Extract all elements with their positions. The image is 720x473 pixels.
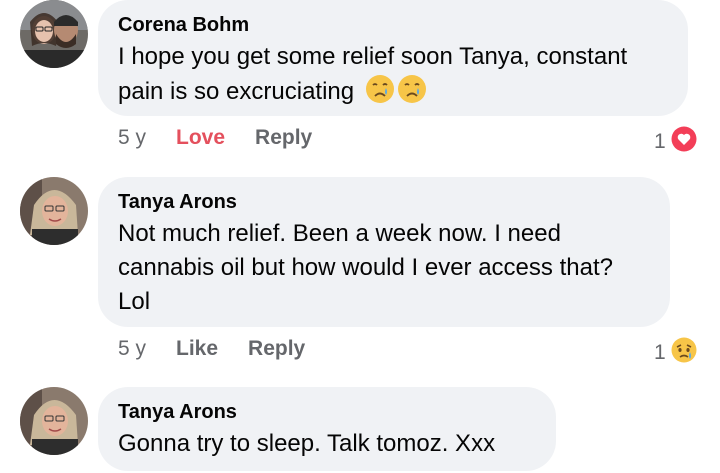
comment-2: Tanya Arons Not much relief. Been a week…: [0, 177, 720, 367]
comment-timestamp[interactable]: 5 y: [118, 337, 146, 361]
reaction-summary[interactable]: 1: [654, 124, 699, 160]
like-button[interactable]: Like: [176, 337, 218, 361]
comment-timestamp[interactable]: 5 y: [118, 126, 146, 150]
comment-line: cannabis oil but how would I ever access…: [118, 254, 613, 281]
reply-button[interactable]: Reply: [248, 337, 305, 361]
comment-line: Gonna try to sleep. Talk tomoz. Xxx: [118, 430, 496, 457]
comment-text: I hope you get some relief soon Tanya, c…: [118, 40, 668, 114]
comment-line: Lol: [118, 288, 151, 315]
comment-actions: 5 y Love Reply: [118, 126, 342, 150]
crying-face-emoji: [397, 74, 427, 114]
comment-text: Gonna try to sleep. Talk tomoz. Xxx: [118, 427, 536, 461]
avatar[interactable]: [20, 387, 88, 455]
comment-bubble: Corena Bohm I hope you get some relief s…: [98, 0, 688, 116]
comment-line: I hope you get some relief soon Tanya, c…: [118, 43, 628, 70]
comment-line: pain is so excruciating: [118, 78, 355, 105]
comment-author[interactable]: Tanya Arons: [118, 189, 650, 215]
comment-author[interactable]: Corena Bohm: [118, 12, 668, 38]
love-button[interactable]: Love: [176, 126, 225, 150]
comment-1: Corena Bohm I hope you get some relief s…: [0, 0, 720, 160]
comment-bubble: Tanya Arons Gonna try to sleep. Talk tom…: [98, 387, 556, 471]
heart-icon: [669, 124, 699, 160]
avatar[interactable]: [20, 177, 88, 245]
reply-button[interactable]: Reply: [255, 126, 312, 150]
comment-line: Not much relief. Been a week now. I need: [118, 220, 561, 247]
comment-bubble: Tanya Arons Not much relief. Been a week…: [98, 177, 670, 327]
reaction-count: 1: [654, 130, 666, 153]
comment-text: Not much relief. Been a week now. I need…: [118, 217, 650, 319]
reaction-count: 1: [654, 341, 666, 364]
comment-actions: 5 y Like Reply: [118, 337, 335, 361]
comment-3: Tanya Arons Gonna try to sleep. Talk tom…: [0, 387, 720, 473]
reaction-summary[interactable]: 1: [654, 335, 699, 371]
comment-author[interactable]: Tanya Arons: [118, 399, 536, 425]
avatar[interactable]: [20, 0, 88, 68]
crying-face-emoji: [365, 74, 395, 114]
sad-face-icon: [669, 335, 699, 371]
